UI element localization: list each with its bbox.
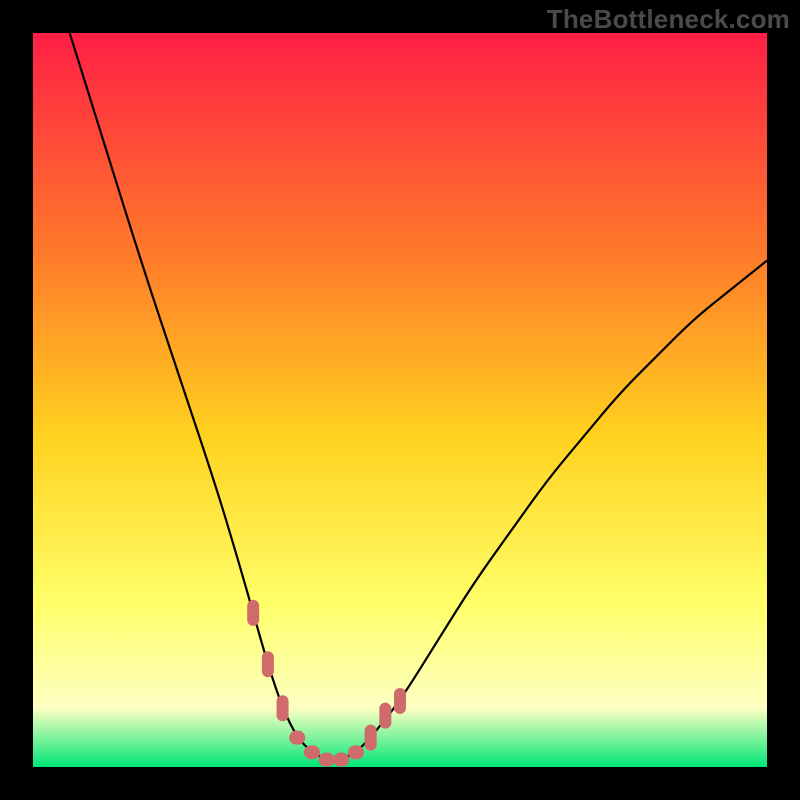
highlight-marker (319, 753, 335, 767)
highlight-marker (304, 745, 320, 759)
watermark-text: TheBottleneck.com (547, 4, 790, 35)
highlight-marker (262, 651, 274, 677)
gradient-background (33, 33, 767, 767)
chart-frame: TheBottleneck.com (0, 0, 800, 800)
chart-svg (33, 33, 767, 767)
highlight-marker (333, 753, 349, 767)
plot-canvas (33, 33, 767, 767)
highlight-marker (277, 695, 289, 721)
highlight-marker (394, 688, 406, 714)
highlight-marker (289, 731, 305, 745)
highlight-marker (247, 600, 259, 626)
highlight-marker (379, 703, 391, 729)
highlight-marker (348, 745, 364, 759)
highlight-marker (365, 725, 377, 751)
